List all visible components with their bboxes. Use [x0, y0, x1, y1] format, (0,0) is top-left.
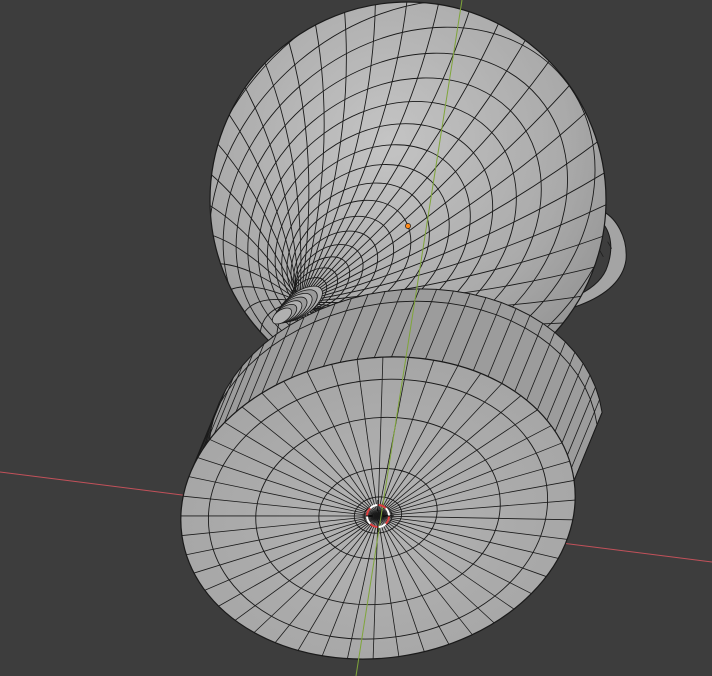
viewport-scene[interactable]: [0, 0, 712, 676]
3d-viewport[interactable]: [0, 0, 712, 676]
object-origin-dot[interactable]: [405, 223, 411, 229]
cylinder-mesh[interactable]: [161, 288, 603, 676]
